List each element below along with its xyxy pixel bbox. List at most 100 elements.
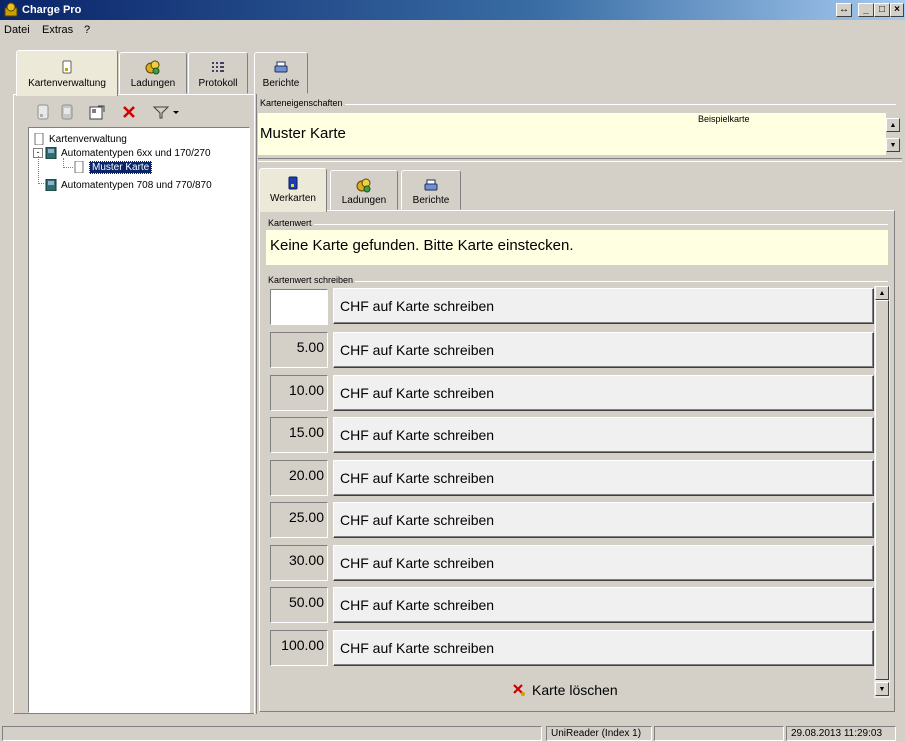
amount-field: 100.00 — [270, 630, 328, 666]
write-custom-button[interactable]: CHF auf Karte schreiben — [333, 288, 874, 324]
write-5-button[interactable]: CHF auf Karte schreiben — [333, 332, 874, 368]
filter-dropdown[interactable] — [150, 101, 182, 123]
group-divider — [262, 104, 896, 105]
amount-field: 30.00 — [270, 545, 328, 581]
maximize-button[interactable]: □ — [874, 3, 890, 17]
tree-node-label: Kartenverwaltung — [49, 133, 127, 145]
scroll-down-button[interactable]: ▼ — [886, 138, 900, 152]
tab-label: Werkarten — [270, 193, 316, 204]
delete-icon — [123, 106, 135, 118]
tab-label: Ladungen — [130, 78, 176, 89]
close-button[interactable]: × — [890, 3, 904, 17]
copy-card-button[interactable] — [56, 101, 78, 123]
delete-card-button[interactable]: Karte löschen — [512, 680, 618, 700]
tree-node-label: Muster Karte — [89, 160, 153, 174]
status-datetime: 29.08.2013 11:29:03 — [786, 726, 896, 741]
tree-line — [38, 183, 46, 184]
tree-line — [63, 167, 73, 168]
properties-button[interactable] — [86, 101, 108, 123]
panel-splitter[interactable] — [254, 94, 257, 714]
tab-label: Berichte — [412, 195, 450, 206]
scroll-thumb[interactable] — [875, 300, 889, 680]
tab-label: Protokoll — [198, 78, 238, 89]
write-25-button[interactable]: CHF auf Karte schreiben — [333, 502, 874, 538]
write-10-button[interactable]: CHF auf Karte schreiben — [333, 375, 874, 411]
delete-button[interactable] — [118, 101, 140, 123]
scroll-down-button[interactable]: ▼ — [875, 682, 889, 696]
menu-extras[interactable]: Extras — [42, 24, 73, 36]
card-description: Beispielkarte — [698, 114, 750, 124]
card-value-message: Keine Karte gefunden. Bitte Karte einste… — [270, 237, 574, 254]
horizontal-splitter[interactable] — [258, 158, 902, 162]
tree-node-group-2[interactable]: Automatentypen 708 und 770/870 — [45, 178, 212, 192]
subtab-werkarten[interactable]: Werkarten — [259, 168, 327, 212]
tab-kartenverwaltung[interactable]: Kartenverwaltung — [16, 50, 118, 96]
tree-node-group-1[interactable]: - Automatentypen 6xx und 170/270 — [33, 146, 211, 160]
card-icon — [37, 104, 49, 120]
filter-icon — [152, 106, 179, 119]
scroll-up-button[interactable]: ▲ — [875, 286, 889, 300]
title-bar: Charge Pro ↔ _ □ × — [0, 0, 905, 20]
custom-amount-input[interactable] — [270, 289, 328, 325]
tab-label: Berichte — [262, 78, 300, 89]
tree-node-root[interactable]: Kartenverwaltung — [33, 132, 127, 146]
tab-berichte[interactable]: Berichte — [254, 52, 308, 94]
status-cell-main — [2, 726, 542, 741]
menu-datei[interactable]: Datei — [4, 24, 30, 36]
card-icon — [74, 161, 84, 173]
card-properties-label: Karteneigenschaften — [260, 98, 345, 108]
write-value-label: Kartenwert schreiben — [268, 275, 356, 285]
status-cell-empty — [654, 726, 784, 741]
scroll-up-button[interactable]: ▲ — [886, 118, 900, 132]
write-list-scrollbar[interactable]: ▲ ▼ — [874, 286, 890, 698]
restore-size-button[interactable]: ↔ — [836, 3, 852, 17]
menu-help[interactable]: ? — [84, 24, 90, 36]
card-value-label: Kartenwert — [268, 218, 314, 228]
tree-panel: Kartenverwaltung - Automatentypen 6xx un… — [13, 94, 255, 714]
reader-status: UniReader (Index 1) — [546, 726, 652, 741]
subtab-berichte[interactable]: Berichte — [401, 170, 461, 210]
tree-node-label: Automatentypen 6xx und 170/270 — [61, 147, 211, 159]
card-icon — [34, 133, 44, 145]
subtab-ladungen[interactable]: Ladungen — [330, 170, 398, 210]
card-icon — [62, 60, 72, 74]
card-name: Muster Karte — [260, 125, 346, 142]
status-bar: UniReader (Index 1) 29.08.2013 11:29:03 — [0, 726, 905, 742]
tree-node-muster-karte[interactable]: Muster Karte — [73, 160, 153, 174]
coins-icon — [356, 178, 371, 193]
properties-icon — [89, 105, 105, 120]
write-20-button[interactable]: CHF auf Karte schreiben — [333, 460, 874, 496]
card-tree[interactable]: Kartenverwaltung - Automatentypen 6xx un… — [28, 127, 250, 713]
group-divider — [270, 281, 888, 282]
app-icon — [4, 2, 18, 17]
group-divider — [270, 224, 888, 225]
write-30-button[interactable]: CHF auf Karte schreiben — [333, 545, 874, 581]
amount-field: 15.00 — [270, 417, 328, 453]
delete-icon — [513, 684, 525, 696]
tab-ladungen[interactable]: Ladungen — [119, 52, 187, 94]
write-15-button[interactable]: CHF auf Karte schreiben — [333, 417, 874, 453]
tab-label: Ladungen — [341, 195, 387, 206]
new-card-button[interactable] — [32, 101, 54, 123]
amount-field: 25.00 — [270, 502, 328, 538]
vending-machine-icon — [45, 179, 57, 191]
amount-field: 20.00 — [270, 460, 328, 496]
card-properties-box — [258, 113, 886, 155]
delete-card-label: Karte löschen — [532, 682, 618, 698]
vending-machine-icon — [45, 147, 57, 159]
tree-node-label: Automatentypen 708 und 770/870 — [61, 179, 212, 191]
amount-field: 10.00 — [270, 375, 328, 411]
printer-icon — [274, 61, 288, 73]
card-icon — [61, 104, 73, 120]
card-icon — [288, 176, 298, 190]
coins-icon — [145, 60, 160, 75]
menu-bar: Datei Extras ? — [0, 20, 905, 40]
grid-icon — [212, 62, 224, 72]
amount-field: 50.00 — [270, 587, 328, 623]
write-100-button[interactable]: CHF auf Karte schreiben — [333, 630, 874, 666]
tab-label: Kartenverwaltung — [28, 78, 106, 89]
minimize-button[interactable]: _ — [858, 3, 874, 17]
tab-protokoll[interactable]: Protokoll — [188, 52, 248, 94]
window-title: Charge Pro — [22, 4, 82, 16]
write-50-button[interactable]: CHF auf Karte schreiben — [333, 587, 874, 623]
